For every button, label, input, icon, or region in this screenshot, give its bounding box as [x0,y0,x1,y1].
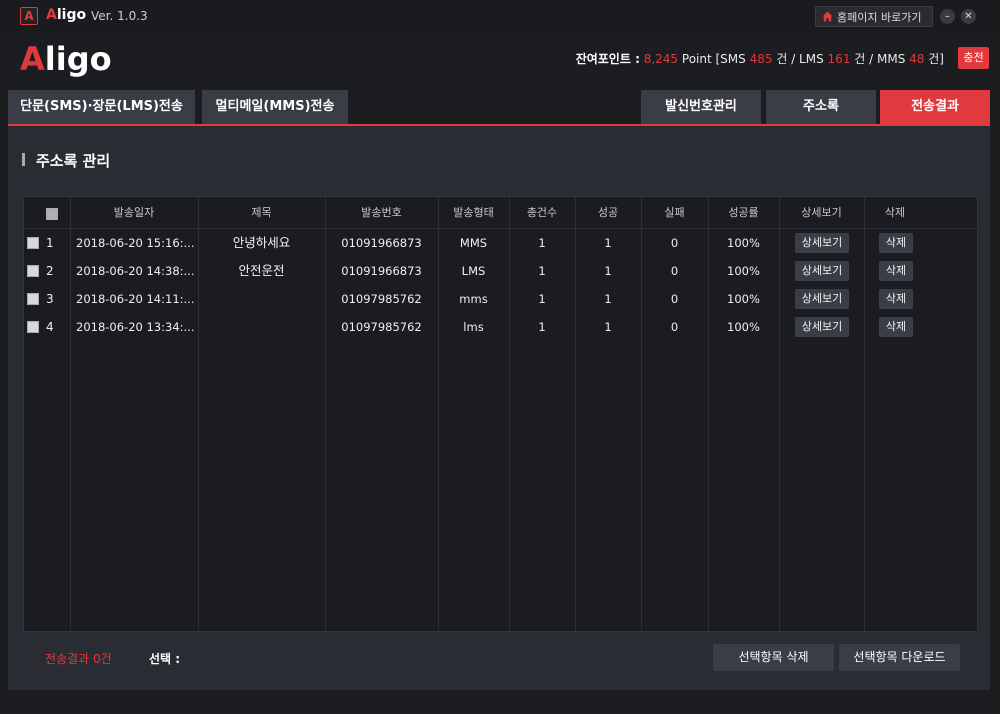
row-number: 4 [46,320,54,334]
table-header: 발송일자 제목 발송번호 발송형태 총건수 성공 실패 성공률 상세보기 삭제 [24,197,979,229]
header-rate: 성공률 [728,206,759,219]
header-type: 발송형태 [453,206,494,219]
row-type: LMS [461,264,486,278]
row-date: 2018-06-20 14:11:... [76,292,195,306]
delete-button[interactable]: 삭제 [879,289,913,309]
delete-button[interactable]: 삭제 [879,317,913,337]
result-count: 전송결과 0건 [45,652,112,666]
mms-count: 48 [909,52,925,66]
row-type: lms [463,320,484,334]
result-table: 발송일자 제목 발송번호 발송형태 총건수 성공 실패 성공률 상세보기 삭제 … [23,196,979,633]
header-total: 총건수 [526,206,558,219]
row-rate: 100% [727,292,760,306]
row-rate: 100% [727,236,760,250]
row-checkbox[interactable] [27,265,39,277]
close-button[interactable]: ✕ [961,9,976,24]
row-success: 1 [604,236,612,250]
row-total: 1 [538,264,546,278]
row-type: MMS [459,236,488,250]
points-summary: 잔여포인트 : 8,245 Point [SMS 485 건 / LMS 161… [575,52,944,66]
minimize-button[interactable]: – [940,9,955,24]
sms-count: 485 [749,52,773,66]
row-subject [198,285,325,313]
row-type: mms [459,292,488,306]
row-date: 2018-06-20 13:34:... [76,320,195,334]
homepage-button[interactable]: 홈페이지 바로가기 [815,6,933,27]
version-label: Ver. 1.0.3 [91,9,148,23]
row-subject: 안전운전 [238,263,285,278]
row-total: 1 [538,320,546,334]
row-subject [198,313,325,341]
header-success: 성공 [597,206,619,219]
tab-address-book[interactable]: 주소록 [766,90,876,124]
header-delete: 삭제 [884,206,906,219]
header-fail: 실패 [664,206,685,219]
row-date: 2018-06-20 15:16:... [76,236,195,250]
tab-sender-number[interactable]: 발신번호관리 [641,90,761,124]
header-number: 발송번호 [361,206,402,219]
row-rate: 100% [727,264,760,278]
row-checkbox[interactable] [27,293,39,305]
table-row: 3 2018-06-20 14:11:... 01097985762 mms 1… [24,285,979,313]
header: Aligo 잔여포인트 : 8,245 Point [SMS 485 건 / L… [0,32,1000,90]
header-subject: 제목 [251,206,272,219]
row-number-value: 01091966873 [341,264,422,278]
row-fail: 0 [670,264,679,278]
tab-send-result[interactable]: 전송결과 [880,90,990,124]
row-success: 1 [604,320,612,334]
row-total: 1 [538,292,546,306]
row-success: 1 [604,264,612,278]
download-selected-button[interactable]: 선택항목 다운로드 [839,644,960,671]
row-checkbox[interactable] [27,237,39,249]
lms-count: 161 [827,52,851,66]
home-icon [822,11,833,22]
row-number: 2 [46,264,54,278]
row-number-value: 01097985762 [341,292,422,306]
delete-button[interactable]: 삭제 [879,233,913,253]
row-number: 3 [46,292,54,306]
detail-button[interactable]: 상세보기 [795,261,849,281]
charge-button[interactable]: 충전 [958,47,989,69]
row-rate: 100% [727,320,760,334]
row-number: 1 [46,236,54,250]
header-date: 발송일자 [113,206,155,219]
row-number-value: 01091966873 [341,236,422,250]
tab-bar: 단문(SMS)·장문(LMS)전송 멀티메일(MMS)전송 발신번호관리 주소록… [8,90,990,126]
row-checkbox[interactable] [27,321,39,333]
select-all-checkbox[interactable] [46,208,58,220]
tab-sms-lms[interactable]: 단문(SMS)·장문(LMS)전송 [8,90,195,124]
aligo-app-icon: A [20,7,38,25]
table-row: 4 2018-06-20 13:34:... 01097985762 lms 1… [24,313,979,341]
delete-selected-button[interactable]: 선택항목 삭제 [713,644,834,671]
main-panel: 주소록 관리 발송일자 제목 발송번호 발송형태 총건수 성공 실패 성공률 상… [8,126,990,690]
row-subject: 안녕하세요 [232,235,291,250]
app-name: Aligo [46,7,87,23]
row-total: 1 [538,236,546,250]
row-success: 1 [604,292,612,306]
row-number-value: 01097985762 [341,320,422,334]
section-title: 주소록 관리 [22,150,110,171]
row-fail: 0 [670,292,679,306]
table-row: 1 2018-06-20 15:16:... 안녕하세요 01091966873… [24,229,979,257]
detail-button[interactable]: 상세보기 [795,289,849,309]
table-row: 2 2018-06-20 14:38:... 안전운전 01091966873 … [24,257,979,285]
selection-label: 선택 : [149,652,181,666]
header-detail: 상세보기 [801,206,842,219]
points-value: 8,245 [643,52,679,66]
row-date: 2018-06-20 14:38:... [76,264,195,278]
detail-button[interactable]: 상세보기 [795,317,849,337]
homepage-label: 홈페이지 바로가기 [837,10,922,24]
tab-mms[interactable]: 멀티메일(MMS)전송 [202,90,348,124]
row-fail: 0 [670,236,679,250]
delete-button[interactable]: 삭제 [879,261,913,281]
detail-button[interactable]: 상세보기 [795,233,849,253]
title-bar: A Aligo Ver. 1.0.3 홈페이지 바로가기 – ✕ [0,0,1000,32]
row-fail: 0 [670,320,679,334]
aligo-logo: Aligo [20,40,112,78]
